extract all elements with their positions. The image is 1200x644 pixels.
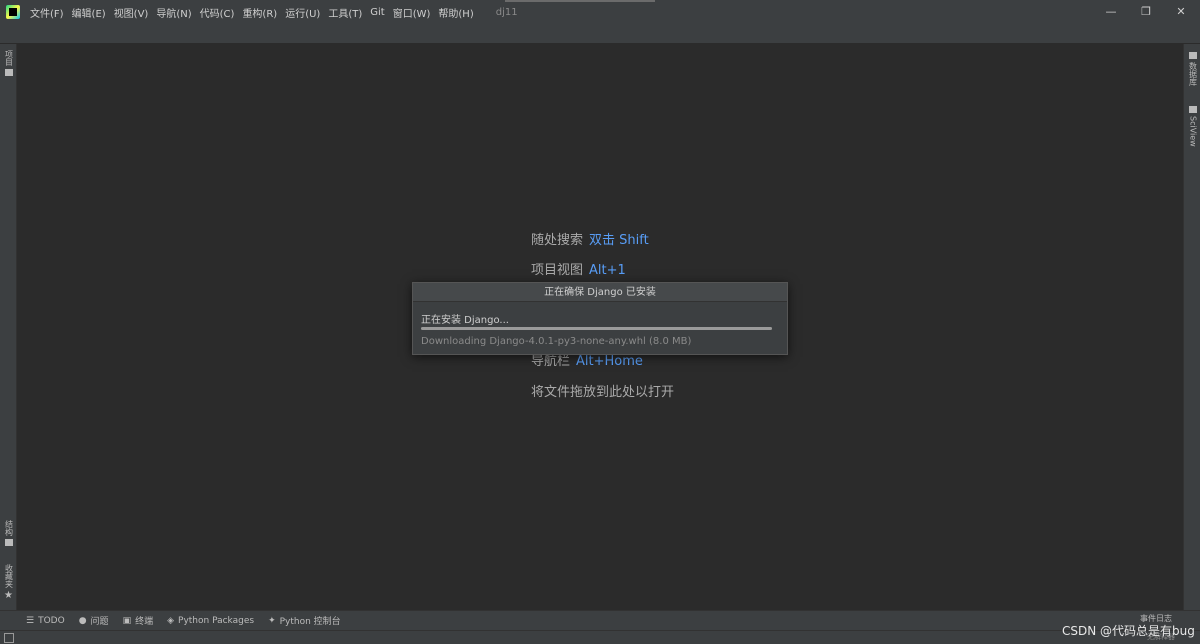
progress-bar-fill (421, 327, 772, 330)
toolbar (0, 24, 1200, 44)
menu-window[interactable]: 窗口(W) (389, 5, 435, 20)
tool-tab-database-label: 数据库 (1188, 62, 1198, 86)
tool-tab-label: Python Packages (178, 615, 255, 626)
tool-tab-label: Python 控制台 (279, 617, 341, 627)
menu-tools[interactable]: 工具(T) (324, 5, 366, 20)
pycharm-logo-icon (6, 5, 20, 19)
hint-shortcut: Alt+1 (589, 263, 626, 278)
tool-tab-favorites[interactable]: 收藏夹 ★ (0, 564, 17, 601)
hint-search-everywhere: 随处搜索 双击 Shift (531, 229, 649, 248)
tool-tab-label: TODO (38, 615, 65, 626)
bottom-tool-bar: ☰ TODO ● 问题 ▣ 终端 ◈ Python Packages ✦ Pyt… (0, 610, 1200, 630)
hint-drop-files: 将文件拖放到此处以打开 (531, 381, 674, 400)
database-icon (1188, 52, 1197, 59)
toggle-tool-windows-icon[interactable] (4, 633, 14, 643)
hint-label: 将文件拖放到此处以打开 (531, 385, 675, 400)
hint-shortcut: 双击 Shift (589, 233, 649, 248)
tool-tab-terminal[interactable]: ▣ 终端 (122, 614, 154, 628)
title-divider (505, 0, 655, 2)
terminal-icon: ▣ (122, 615, 132, 626)
structure-icon (4, 539, 13, 546)
close-button[interactable]: ✕ (1172, 4, 1190, 20)
packages-icon: ◈ (167, 615, 175, 626)
folder-icon (4, 69, 13, 76)
python-icon: ✦ (268, 615, 276, 626)
watermark-text: CSDN @代码总是有bug (1062, 624, 1195, 638)
list-icon: ☰ (26, 615, 35, 626)
menu-git[interactable]: Git (366, 7, 388, 18)
minimize-button[interactable]: — (1102, 4, 1120, 20)
left-tool-strip: 项目 结构 收藏夹 ★ (0, 44, 17, 610)
right-tool-strip: 数据库 SciView (1183, 44, 1200, 610)
tool-tab-sciview[interactable]: SciView (1184, 106, 1200, 147)
install-progress-dialog: 正在确保 Django 已安装 正在安装 Django... Downloadi… (412, 282, 788, 355)
tool-tab-structure[interactable]: 结构 (0, 520, 17, 546)
star-icon: ★ (4, 590, 13, 601)
dialog-title: 正在确保 Django 已安装 (413, 283, 787, 302)
tool-tab-todo[interactable]: ☰ TODO (26, 616, 65, 626)
status-bar (0, 630, 1200, 644)
menu-code[interactable]: 代码(C) (196, 5, 239, 20)
sciview-icon (1188, 106, 1197, 113)
hint-shortcut: Alt+Home (576, 354, 643, 369)
menu-bar: 文件(F) 编辑(E) 视图(V) 导航(N) 代码(C) 重构(R) 运行(U… (0, 0, 1200, 24)
menu-file[interactable]: 文件(F) (26, 5, 68, 20)
tool-tab-database[interactable]: 数据库 (1184, 52, 1200, 86)
dialog-status-text: 正在安装 Django... (421, 315, 509, 326)
menu-run[interactable]: 运行(U) (281, 5, 324, 20)
project-title: dj11 (495, 6, 518, 18)
hint-label: 随处搜索 (531, 233, 584, 248)
tool-tab-label: 终端 (135, 617, 154, 627)
tool-tab-favorites-label: 收藏夹 (4, 564, 14, 588)
tool-tab-structure-label: 结构 (4, 520, 14, 536)
info-icon: ● (78, 615, 87, 626)
menu-refactor[interactable]: 重构(R) (238, 5, 281, 20)
tool-tab-project[interactable]: 项目 (0, 50, 17, 76)
tool-tab-python-console[interactable]: ✦ Python 控制台 (268, 614, 341, 628)
menu-help[interactable]: 帮助(H) (434, 5, 477, 20)
tool-tab-project-label: 项目 (4, 50, 14, 66)
tool-tab-label: 问题 (90, 617, 109, 627)
menu-edit[interactable]: 编辑(E) (68, 5, 110, 20)
menu-view[interactable]: 视图(V) (110, 5, 153, 20)
hint-label: 项目视图 (531, 263, 584, 278)
hint-label: 导航栏 (531, 354, 571, 369)
tool-tab-problems[interactable]: ● 问题 (78, 614, 109, 628)
tool-tab-python-packages[interactable]: ◈ Python Packages (167, 616, 254, 626)
maximize-button[interactable]: ❐ (1137, 4, 1155, 20)
hint-project-view: 项目视图 Alt+1 (531, 259, 626, 278)
dialog-detail-text: Downloading Django-4.0.1-py3-none-any.wh… (421, 336, 692, 347)
progress-bar (421, 327, 772, 330)
tool-tab-sciview-label: SciView (1188, 116, 1198, 147)
menu-navigate[interactable]: 导航(N) (152, 5, 195, 20)
